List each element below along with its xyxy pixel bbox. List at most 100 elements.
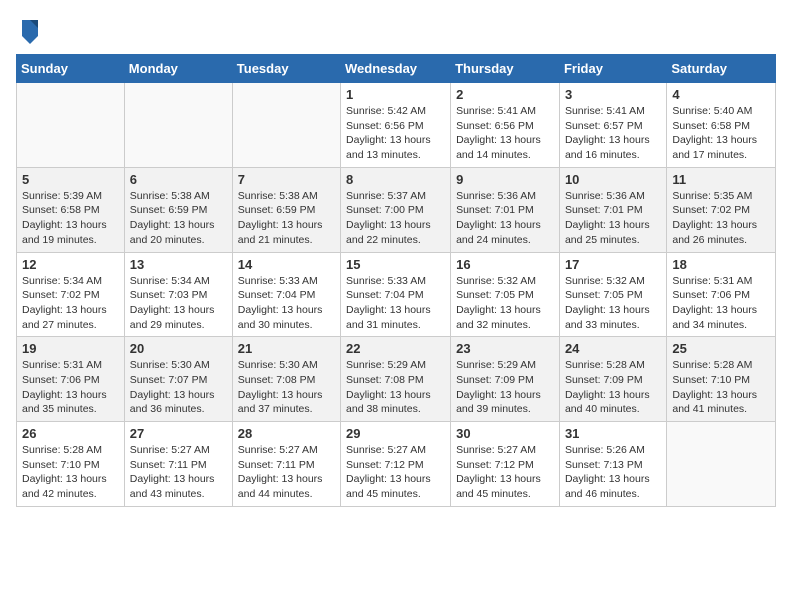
day-content: Sunrise: 5:36 AMSunset: 7:01 PMDaylight:…: [565, 189, 661, 248]
day-number: 7: [238, 172, 335, 187]
calendar-week-row: 1 Sunrise: 5:42 AMSunset: 6:56 PMDaylight…: [17, 83, 776, 168]
day-number: 24: [565, 341, 661, 356]
day-number: 8: [346, 172, 445, 187]
day-header-monday: Monday: [124, 55, 232, 83]
day-number: 19: [22, 341, 119, 356]
calendar-cell: 28 Sunrise: 5:27 AMSunset: 7:11 PMDayligh…: [232, 422, 340, 507]
day-number: 18: [672, 257, 770, 272]
day-content: Sunrise: 5:28 AMSunset: 7:09 PMDaylight:…: [565, 358, 661, 417]
day-number: 6: [130, 172, 227, 187]
day-header-wednesday: Wednesday: [341, 55, 451, 83]
day-content: Sunrise: 5:38 AMSunset: 6:59 PMDaylight:…: [238, 189, 335, 248]
day-number: 15: [346, 257, 445, 272]
calendar-week-row: 26 Sunrise: 5:28 AMSunset: 7:10 PMDayligh…: [17, 422, 776, 507]
calendar-cell: 21 Sunrise: 5:30 AMSunset: 7:08 PMDayligh…: [232, 337, 340, 422]
day-number: 21: [238, 341, 335, 356]
calendar-header-row: SundayMondayTuesdayWednesdayThursdayFrid…: [17, 55, 776, 83]
calendar-cell: 26 Sunrise: 5:28 AMSunset: 7:10 PMDayligh…: [17, 422, 125, 507]
calendar-cell: 3 Sunrise: 5:41 AMSunset: 6:57 PMDaylight…: [559, 83, 666, 168]
day-number: 9: [456, 172, 554, 187]
calendar-cell: 8 Sunrise: 5:37 AMSunset: 7:00 PMDaylight…: [341, 167, 451, 252]
day-content: Sunrise: 5:29 AMSunset: 7:08 PMDaylight:…: [346, 358, 445, 417]
day-number: 30: [456, 426, 554, 441]
day-number: 11: [672, 172, 770, 187]
calendar-week-row: 19Sunrise: 5:31 AMSunset: 7:06 PMDayligh…: [17, 337, 776, 422]
day-number: 28: [238, 426, 335, 441]
day-content: Sunrise: 5:39 AMSunset: 6:58 PMDaylight:…: [22, 189, 119, 248]
calendar-cell: 22 Sunrise: 5:29 AMSunset: 7:08 PMDayligh…: [341, 337, 451, 422]
day-content: Sunrise: 5:34 AMSunset: 7:02 PMDaylight:…: [22, 274, 119, 333]
day-number: 16: [456, 257, 554, 272]
day-header-sunday: Sunday: [17, 55, 125, 83]
calendar-cell: [124, 83, 232, 168]
calendar-cell: 4 Sunrise: 5:40 AMSunset: 6:58 PMDaylight…: [667, 83, 776, 168]
day-content: Sunrise: 5:30 AMSunset: 7:08 PMDaylight:…: [238, 358, 335, 417]
calendar-cell: 12 Sunrise: 5:34 AMSunset: 7:02 PMDayligh…: [17, 252, 125, 337]
day-number: 26: [22, 426, 119, 441]
calendar-cell: 2 Sunrise: 5:41 AMSunset: 6:56 PMDaylight…: [451, 83, 560, 168]
day-number: 13: [130, 257, 227, 272]
calendar-cell: [232, 83, 340, 168]
day-content: Sunrise: 5:26 AMSunset: 7:13 PMDaylight:…: [565, 443, 661, 502]
day-number: 4: [672, 87, 770, 102]
calendar-cell: [17, 83, 125, 168]
day-content: Sunrise: 5:34 AMSunset: 7:03 PMDaylight:…: [130, 274, 227, 333]
calendar-cell: 13 Sunrise: 5:34 AMSunset: 7:03 PMDayligh…: [124, 252, 232, 337]
calendar-cell: 20Sunrise: 5:30 AMSunset: 7:07 PMDayligh…: [124, 337, 232, 422]
day-number: 5: [22, 172, 119, 187]
day-content: Sunrise: 5:37 AMSunset: 7:00 PMDaylight:…: [346, 189, 445, 248]
calendar-cell: 18 Sunrise: 5:31 AMSunset: 7:06 PMDayligh…: [667, 252, 776, 337]
day-content: Sunrise: 5:27 AMSunset: 7:12 PMDaylight:…: [346, 443, 445, 502]
day-content: Sunrise: 5:31 AMSunset: 7:06 PMDaylight:…: [672, 274, 770, 333]
day-header-tuesday: Tuesday: [232, 55, 340, 83]
day-number: 25: [672, 341, 770, 356]
day-number: 14: [238, 257, 335, 272]
calendar-cell: 30 Sunrise: 5:27 AMSunset: 7:12 PMDayligh…: [451, 422, 560, 507]
day-content: Sunrise: 5:41 AMSunset: 6:56 PMDaylight:…: [456, 104, 554, 163]
day-content: Sunrise: 5:33 AMSunset: 7:04 PMDaylight:…: [238, 274, 335, 333]
day-content: Sunrise: 5:27 AMSunset: 7:11 PMDaylight:…: [238, 443, 335, 502]
day-number: 3: [565, 87, 661, 102]
day-content: Sunrise: 5:42 AMSunset: 6:56 PMDaylight:…: [346, 104, 445, 163]
day-number: 20: [130, 341, 227, 356]
calendar-cell: 16 Sunrise: 5:32 AMSunset: 7:05 PMDayligh…: [451, 252, 560, 337]
day-content: Sunrise: 5:32 AMSunset: 7:05 PMDaylight:…: [456, 274, 554, 333]
day-header-thursday: Thursday: [451, 55, 560, 83]
day-header-friday: Friday: [559, 55, 666, 83]
day-content: Sunrise: 5:41 AMSunset: 6:57 PMDaylight:…: [565, 104, 661, 163]
calendar-cell: 25 Sunrise: 5:28 AMSunset: 7:10 PMDayligh…: [667, 337, 776, 422]
calendar-cell: 17 Sunrise: 5:32 AMSunset: 7:05 PMDayligh…: [559, 252, 666, 337]
calendar-cell: 7 Sunrise: 5:38 AMSunset: 6:59 PMDaylight…: [232, 167, 340, 252]
day-content: Sunrise: 5:36 AMSunset: 7:01 PMDaylight:…: [456, 189, 554, 248]
calendar-cell: 24 Sunrise: 5:28 AMSunset: 7:09 PMDayligh…: [559, 337, 666, 422]
day-content: Sunrise: 5:38 AMSunset: 6:59 PMDaylight:…: [130, 189, 227, 248]
logo-icon: [18, 16, 42, 44]
calendar-table: SundayMondayTuesdayWednesdayThursdayFrid…: [16, 54, 776, 507]
day-content: Sunrise: 5:40 AMSunset: 6:58 PMDaylight:…: [672, 104, 770, 163]
day-content: Sunrise: 5:32 AMSunset: 7:05 PMDaylight:…: [565, 274, 661, 333]
day-content: Sunrise: 5:27 AMSunset: 7:12 PMDaylight:…: [456, 443, 554, 502]
day-number: 17: [565, 257, 661, 272]
calendar-cell: 29 Sunrise: 5:27 AMSunset: 7:12 PMDayligh…: [341, 422, 451, 507]
day-content: Sunrise: 5:35 AMSunset: 7:02 PMDaylight:…: [672, 189, 770, 248]
day-number: 12: [22, 257, 119, 272]
calendar-cell: 5 Sunrise: 5:39 AMSunset: 6:58 PMDaylight…: [17, 167, 125, 252]
day-number: 23: [456, 341, 554, 356]
calendar-cell: 31 Sunrise: 5:26 AMSunset: 7:13 PMDayligh…: [559, 422, 666, 507]
day-content: Sunrise: 5:28 AMSunset: 7:10 PMDaylight:…: [672, 358, 770, 417]
day-number: 2: [456, 87, 554, 102]
day-content: Sunrise: 5:27 AMSunset: 7:11 PMDaylight:…: [130, 443, 227, 502]
calendar-cell: 9 Sunrise: 5:36 AMSunset: 7:01 PMDaylight…: [451, 167, 560, 252]
day-content: Sunrise: 5:33 AMSunset: 7:04 PMDaylight:…: [346, 274, 445, 333]
calendar-cell: 23Sunrise: 5:29 AMSunset: 7:09 PMDayligh…: [451, 337, 560, 422]
day-number: 22: [346, 341, 445, 356]
day-number: 31: [565, 426, 661, 441]
day-header-saturday: Saturday: [667, 55, 776, 83]
calendar-cell: 11 Sunrise: 5:35 AMSunset: 7:02 PMDayligh…: [667, 167, 776, 252]
day-number: 29: [346, 426, 445, 441]
calendar-cell: 27Sunrise: 5:27 AMSunset: 7:11 PMDayligh…: [124, 422, 232, 507]
day-content: Sunrise: 5:28 AMSunset: 7:10 PMDaylight:…: [22, 443, 119, 502]
day-number: 1: [346, 87, 445, 102]
logo: [16, 16, 42, 44]
calendar-cell: 19Sunrise: 5:31 AMSunset: 7:06 PMDayligh…: [17, 337, 125, 422]
